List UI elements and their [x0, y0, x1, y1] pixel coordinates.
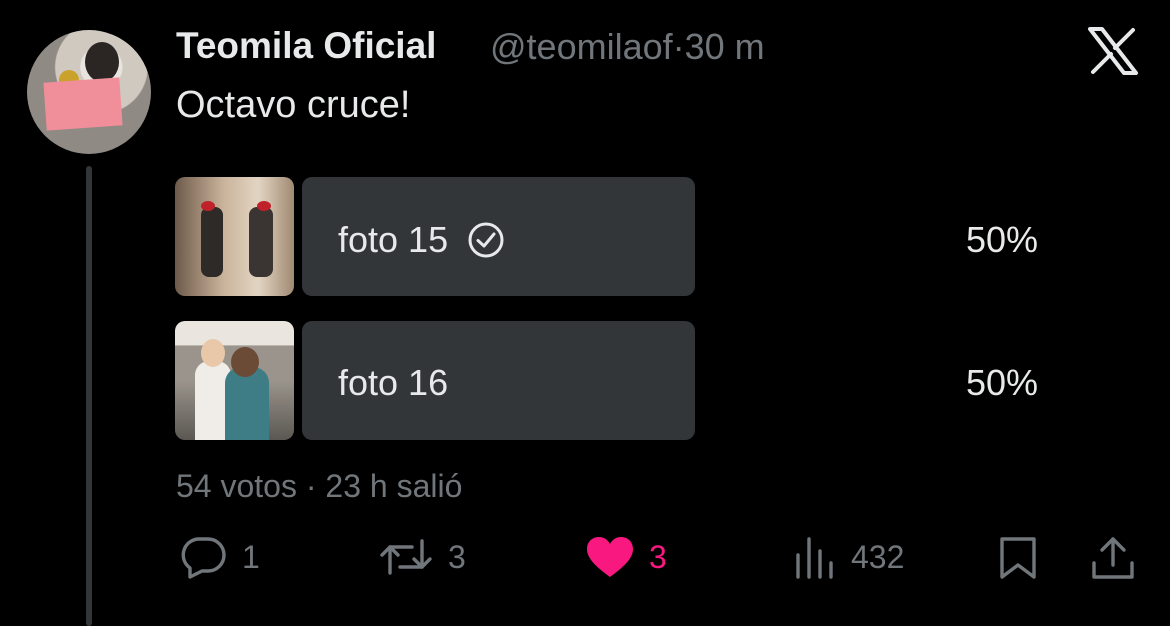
poll-option-1-label: foto 15: [338, 219, 449, 260]
photo-detail: [257, 201, 271, 211]
repost-icon: [380, 539, 432, 575]
photo-detail: [201, 339, 225, 367]
author-handle[interactable]: @teomilaof: [490, 26, 673, 67]
reply-icon: [181, 537, 226, 579]
heart-icon: [587, 537, 633, 577]
poll-option-1-image[interactable]: [175, 177, 294, 296]
views-count: 432: [851, 538, 905, 575]
photo-figure: [201, 207, 223, 277]
avatar-sign: [43, 77, 123, 131]
poll-option-1: foto 15: [338, 219, 506, 261]
poll-status: 23 h salió: [325, 468, 463, 504]
poll-votes: 54 votos: [176, 468, 297, 504]
tweet-text: Octavo cruce!: [176, 84, 411, 126]
views-button[interactable]: 432: [793, 535, 904, 579]
bookmark-icon: [1000, 537, 1036, 579]
photo-detail: [201, 201, 215, 211]
share-icon: [1092, 537, 1134, 579]
meta-separator: ·: [672, 26, 685, 67]
thread-line: [86, 166, 92, 626]
like-button[interactable]: 3: [585, 535, 667, 579]
photo-figure: [249, 207, 273, 277]
reply-count: 1: [242, 538, 260, 575]
reply-button[interactable]: 1: [178, 535, 260, 579]
poll-option-2-percent: 50%: [966, 362, 1039, 403]
repost-count: 3: [448, 538, 466, 575]
avatar-figure: [85, 42, 119, 82]
poll-separator: ·: [305, 468, 317, 504]
photo-figure: [225, 367, 269, 440]
tweet-time[interactable]: 30 m: [685, 26, 765, 67]
author-avatar[interactable]: [27, 30, 151, 154]
share-button[interactable]: [1090, 535, 1136, 581]
tweet-meta: @teomilaof·30 m: [490, 26, 765, 68]
poll-option-2-label: foto 16: [338, 362, 449, 403]
author-name[interactable]: Teomila Oficial: [176, 25, 436, 67]
poll-summary: 54 votos · 23 h salió: [176, 468, 462, 505]
photo-detail: [231, 347, 259, 377]
poll-option-1-percent: 50%: [966, 219, 1039, 260]
bookmark-button[interactable]: [998, 535, 1038, 581]
poll-option-2: foto 16: [338, 362, 448, 404]
like-count: 3: [649, 538, 667, 575]
views-icon: [796, 537, 833, 579]
check-circle-icon: [468, 222, 504, 258]
x-logo-icon: [1088, 27, 1138, 75]
poll-option-2-image[interactable]: [175, 321, 294, 440]
repost-button[interactable]: 3: [378, 535, 466, 579]
